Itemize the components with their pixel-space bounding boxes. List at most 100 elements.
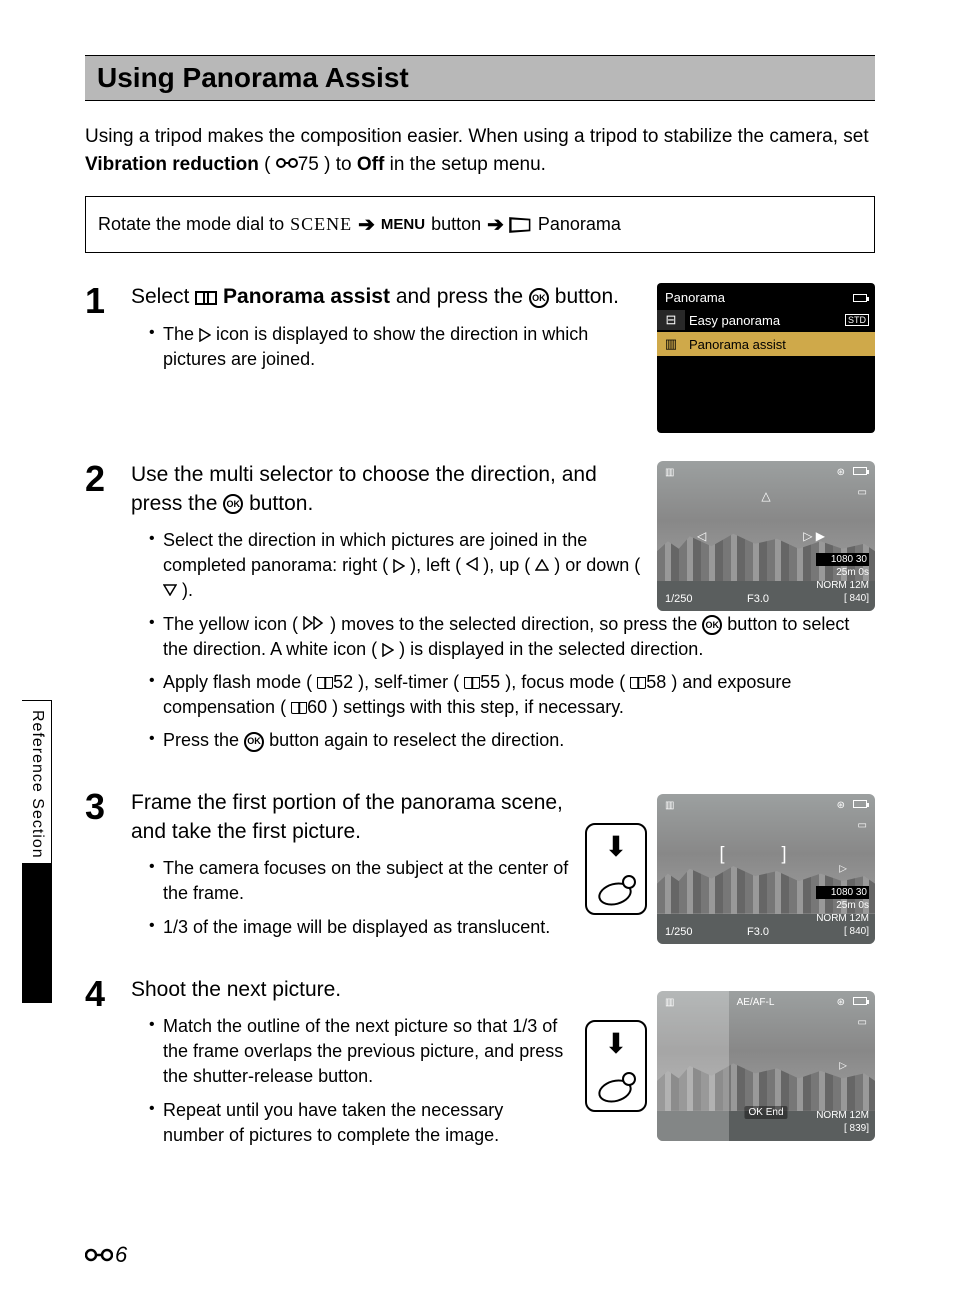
bullet: 1/3 of the image will be displayed as tr… — [149, 915, 569, 940]
quality-badge: NORM 12M — [816, 912, 869, 925]
settings-icon: ⊛ — [837, 467, 845, 478]
shutter-button-icon — [598, 875, 634, 905]
page-number: 6 — [115, 1242, 127, 1268]
t: ) settings with this step, if necessary. — [332, 697, 624, 717]
card-icon: ▭ — [858, 487, 867, 498]
right-arrows-icon: ▷ ▶ — [803, 529, 825, 543]
t: ), self-timer ( — [358, 672, 459, 692]
f-stop: F3.0 — [747, 926, 769, 938]
t: and press the — [396, 285, 529, 308]
step-number: 3 — [85, 789, 113, 947]
bullet: Repeat until you have taken the necessar… — [149, 1098, 569, 1148]
t: ), left ( — [410, 555, 461, 575]
intro-text: ) to — [324, 154, 357, 175]
battery-icon — [853, 467, 867, 475]
t: ) or down ( — [554, 555, 640, 575]
step-number: 4 — [85, 976, 113, 1156]
intro-paragraph: Using a tripod makes the composition eas… — [85, 123, 875, 178]
bullet: The camera focuses on the subject at the… — [149, 856, 569, 906]
quality-badge: NORM 12M — [816, 1109, 869, 1122]
menu-button-label: MENU — [381, 216, 425, 233]
direction-right-icon — [199, 328, 211, 342]
step-title: Frame the first portion of the panorama … — [131, 789, 569, 846]
menu-item-label: Easy panorama — [689, 313, 780, 328]
direction-right-icon — [393, 559, 405, 573]
direction-down-icon — [163, 580, 177, 600]
step-3: 3 Frame the first portion of the panoram… — [85, 789, 875, 947]
t: Select — [131, 285, 195, 308]
navigation-route-box: Rotate the mode dial to SCENE ➔ MENU but… — [85, 196, 875, 253]
step-1: 1 Select Panorama assist and press the O… — [85, 283, 875, 433]
rec-time: 25m 0s — [816, 899, 869, 912]
step-4: 4 Shoot the next picture. Match the outl… — [85, 976, 875, 1156]
camera-menu-screenshot: Panorama ⊟ Easy panorama STD ▥ — [657, 283, 875, 433]
ok-button-icon: OK — [529, 288, 549, 308]
reference-icon — [276, 151, 298, 179]
intro-ref-num: 75 — [298, 154, 319, 175]
ok-button-icon: OK — [223, 494, 243, 514]
direction-up-icon — [535, 555, 549, 575]
intro-bold-vr: Vibration reduction — [85, 154, 259, 175]
t: button. — [249, 492, 313, 515]
std-badge: STD — [845, 314, 869, 326]
f-stop: F3.0 — [747, 593, 769, 605]
page-ref-icon — [630, 677, 646, 689]
left-arrow-icon: ◁ — [697, 529, 706, 543]
overlap-overlay — [657, 991, 729, 1141]
ae-af-lock-label: AE/AF-L — [737, 997, 775, 1008]
t: Press the — [163, 730, 244, 750]
intro-bold-off: Off — [357, 154, 384, 175]
settings-icon: ⊛ — [837, 800, 845, 811]
step-title: Use the multi selector to choose the dir… — [131, 461, 641, 518]
shutter-press-diagram: ⬇ — [585, 1020, 647, 1112]
bullet: Press the OK button again to reselect th… — [149, 728, 875, 753]
camera-lcd-screenshot: ▥ AE/AF-L ⊛ ▭ ▷ OK End NORM 12M [ — [657, 991, 875, 1141]
up-arrow-icon: △ — [761, 489, 770, 503]
mode-icon: ▥ — [665, 467, 674, 478]
easy-panorama-icon: ⊟ — [657, 310, 685, 330]
reference-section-icon — [85, 1246, 113, 1264]
menu-item-label: Panorama assist — [689, 337, 786, 352]
ok-button-icon: OK — [244, 732, 264, 752]
battery-icon — [853, 294, 867, 302]
step-number: 2 — [85, 461, 113, 761]
down-arrow-icon: ⬇ — [604, 833, 627, 861]
step-title: Select Panorama assist and press the OK … — [131, 283, 641, 311]
shots-remaining: [ 839] — [816, 1122, 869, 1135]
bullet: Apply flash mode ( 52 ), self-timer ( 55… — [149, 670, 875, 720]
step-2: 2 Use the multi selector to choose the d… — [85, 461, 875, 761]
page-ref-icon — [291, 702, 307, 714]
bullet: The icon is displayed to show the direct… — [149, 322, 641, 372]
sidebar-label: Reference Section — [28, 710, 46, 859]
shutter-button-icon — [598, 1072, 634, 1102]
resolution-badge: 1080 30 — [816, 886, 869, 899]
ok-button-icon: OK — [702, 615, 722, 635]
step-number: 1 — [85, 283, 113, 433]
route-text: button — [431, 214, 481, 235]
shots-remaining: [ 840] — [816, 925, 869, 938]
ref: 55 — [480, 672, 500, 692]
rec-time: 25m 0s — [816, 566, 869, 579]
page-footer: 6 — [85, 1242, 127, 1268]
t: ), focus mode ( — [505, 672, 625, 692]
page-ref-icon — [317, 677, 333, 689]
t: ) moves to the selected direction, so pr… — [330, 614, 702, 634]
resolution-badge: 1080 30 — [816, 553, 869, 566]
camera-lcd-screenshot: ▥ ⊛ ▭ [ ] ▷ 1/250 F3.0 1080 30 — [657, 794, 875, 944]
card-icon: ▭ — [858, 1017, 867, 1028]
intro-text: ( — [264, 154, 270, 175]
scene-mode-label: SCENE — [290, 214, 352, 235]
quality-badge: NORM 12M — [816, 579, 869, 592]
page-content: Using Panorama Assist Using a tripod mak… — [85, 55, 875, 1184]
panorama-assist-icon — [195, 291, 217, 305]
t: button again to reselect the direction. — [269, 730, 564, 750]
t: button. — [555, 285, 619, 308]
right-arrow-icon: ▷ — [839, 1060, 847, 1071]
panorama-icon — [509, 217, 530, 233]
arrow-right-icon: ➔ — [358, 212, 375, 237]
mode-icon: ▥ — [665, 997, 674, 1008]
menu-title: Panorama — [665, 290, 725, 305]
focus-brackets-icon: [ ] — [719, 843, 812, 864]
step-title: Shoot the next picture. — [131, 976, 569, 1004]
t: ), up ( — [483, 555, 530, 575]
